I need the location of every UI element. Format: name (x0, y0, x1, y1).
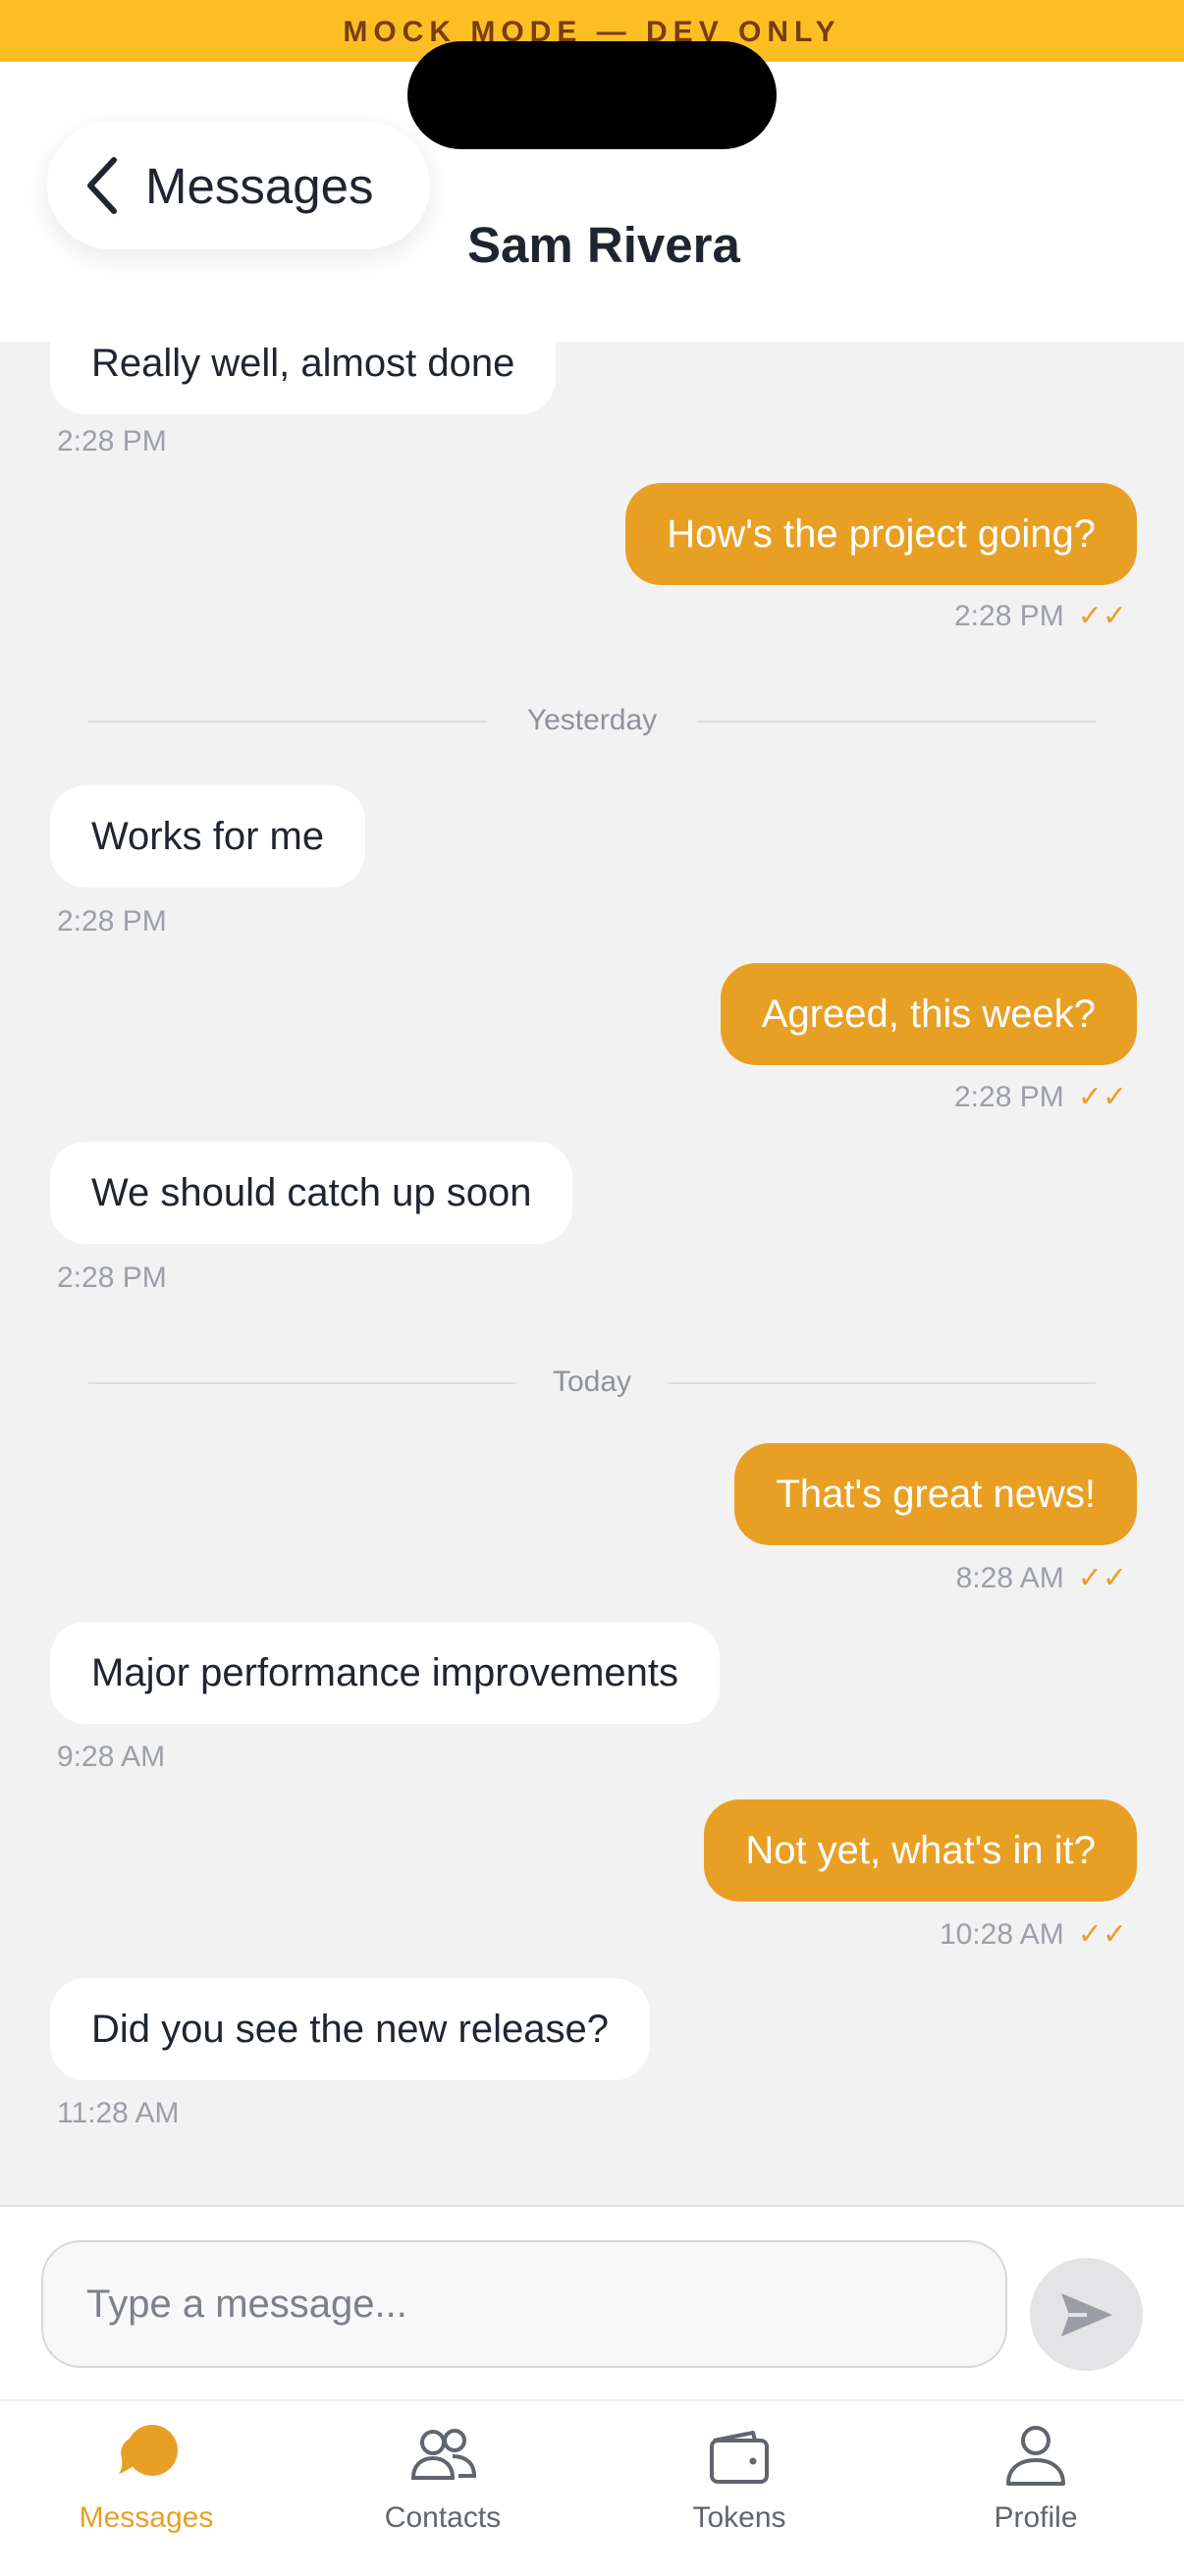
message-bubble-outgoing[interactable]: Not yet, what's in it? (704, 1799, 1137, 1902)
message-input[interactable] (41, 2240, 1007, 2368)
message-bubble-outgoing[interactable]: Agreed, this week? (720, 963, 1137, 1065)
tab-label: Tokens (692, 2501, 786, 2534)
bottom-tab-bar: Messages Contacts Tokens Profile (0, 2399, 1184, 2576)
message-time: 8:28 AM (955, 1561, 1064, 1594)
tab-tokens[interactable]: Tokens (621, 2421, 857, 2568)
message-bubble-incoming[interactable]: Major performance improvements (50, 1622, 720, 1724)
tab-profile[interactable]: Profile (918, 2421, 1154, 2568)
message-timestamp: 2:28 PM ✓✓ (954, 599, 1127, 633)
tab-label: Profile (994, 2501, 1078, 2534)
date-divider: Today (88, 1363, 1096, 1402)
message-timestamp: 2:28 PM ✓✓ (954, 1080, 1127, 1114)
message-composer (0, 2205, 1184, 2401)
message-bubble-outgoing[interactable]: How's the project going? (625, 483, 1137, 585)
message-timestamp: 8:28 AM ✓✓ (956, 1561, 1127, 1595)
read-receipt-icon: ✓✓ (1077, 600, 1127, 632)
read-receipt-icon: ✓✓ (1077, 1562, 1127, 1594)
message-bubble-incoming[interactable]: Did you see the new release? (50, 1978, 650, 2080)
message-time: 2:28 PM (953, 599, 1064, 632)
wallet-icon (710, 2431, 769, 2484)
read-receipt-icon: ✓✓ (1077, 1918, 1127, 1951)
message-timestamp: 10:28 AM ✓✓ (940, 1917, 1127, 1952)
message-timestamp: 9:28 AM (57, 1741, 166, 1773)
send-icon (1060, 2292, 1112, 2336)
tab-contacts[interactable]: Contacts (325, 2421, 561, 2568)
message-timestamp: 11:28 AM (57, 2097, 180, 2129)
message-timestamp: 2:28 PM (57, 425, 167, 457)
person-icon (1006, 2426, 1065, 2486)
message-time: 10:28 AM (939, 1917, 1064, 1951)
tab-label: Contacts (384, 2501, 502, 2534)
chevron-left-icon (87, 157, 117, 214)
date-divider-label: Yesterday (526, 704, 658, 736)
back-button-label: Messages (145, 157, 374, 214)
message-bubble-outgoing[interactable]: That's great news! (734, 1443, 1137, 1545)
message-bubble-incoming[interactable]: Really well, almost done (50, 342, 557, 414)
contact-name: Sam Rivera (467, 217, 740, 273)
tab-messages[interactable]: Messages (28, 2421, 264, 2568)
camera-notch (407, 41, 777, 149)
date-divider-label: Today (552, 1366, 632, 1398)
people-icon (410, 2429, 477, 2480)
message-time: 2:28 PM (953, 1080, 1064, 1113)
message-bubble-incoming[interactable]: Works for me (50, 785, 366, 887)
date-divider: Yesterday (88, 701, 1096, 740)
tab-label: Messages (79, 2501, 214, 2534)
message-list[interactable]: Really well, almost done 2:28 PM How's t… (0, 342, 1184, 2205)
message-timestamp: 2:28 PM (57, 1261, 167, 1294)
send-button[interactable] (1030, 2258, 1143, 2371)
message-bubble-incoming[interactable]: We should catch up soon (50, 1142, 573, 1244)
read-receipt-icon: ✓✓ (1077, 1081, 1127, 1113)
back-button[interactable]: Messages (47, 122, 430, 249)
chat-bubble-icon (119, 2425, 178, 2476)
message-timestamp: 2:28 PM (57, 905, 167, 938)
